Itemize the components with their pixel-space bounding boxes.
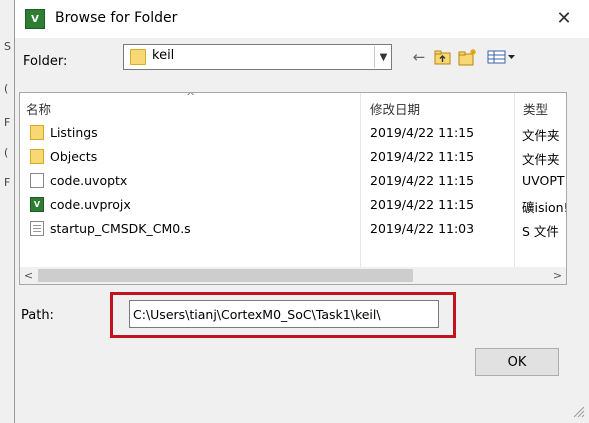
item-date: 2019/4/22 11:15 [370, 173, 475, 188]
view-options-icon [487, 50, 515, 64]
up-folder-icon [434, 50, 451, 65]
folder-icon [30, 149, 44, 164]
item-date: 2019/4/22 11:03 [370, 221, 475, 236]
item-type: 文件夹 [522, 128, 560, 143]
bg-fragment: F [4, 116, 11, 129]
path-label: Path: [21, 308, 54, 323]
uvision-app-icon: V [25, 9, 45, 29]
path-input[interactable] [129, 300, 439, 328]
window-title: Browse for Folder [55, 10, 178, 26]
folder-icon [130, 49, 146, 65]
column-header-name[interactable]: 名称 [26, 99, 51, 118]
folder-combobox[interactable]: keil ▼ [123, 44, 392, 70]
list-header: ^ 名称 修改日期 类型 [20, 93, 566, 117]
scroll-left-icon[interactable]: < [20, 267, 37, 284]
back-arrow-icon: ← [412, 48, 426, 66]
sort-ascending-icon: ^ [186, 92, 196, 103]
bg-fragment: ( [4, 82, 9, 95]
new-folder-icon [458, 49, 476, 66]
folder-list-view[interactable]: ^ 名称 修改日期 类型 Listings 2019/4/22 11:15 文件… [19, 92, 567, 285]
bg-fragment: ( [4, 146, 9, 159]
resize-grip-icon[interactable] [571, 404, 585, 418]
browse-for-folder-dialog: V Browse for Folder ✕ Folder: keil ▼ ← ^… [14, 0, 589, 423]
item-type: S 文件 [522, 224, 559, 239]
item-name: code.uvoptx [50, 173, 128, 188]
uvision-project-icon: V [30, 197, 44, 212]
column-header-type[interactable]: 类型 [523, 99, 548, 118]
horizontal-scrollbar[interactable]: < > [20, 267, 566, 284]
background-window-strip: S ( F ( F [0, 0, 15, 423]
item-name: startup_CMSDK_CM0.s [50, 221, 191, 236]
list-item[interactable]: Listings 2019/4/22 11:15 文件夹 [20, 121, 566, 145]
item-type: UVOPT [522, 173, 565, 188]
chevron-down-icon[interactable]: ▼ [374, 46, 392, 68]
scrollbar-thumb[interactable] [38, 269, 413, 282]
column-header-date[interactable]: 修改日期 [370, 99, 420, 118]
ok-button[interactable]: OK [475, 348, 559, 376]
item-type: 礦ision! [522, 200, 567, 215]
file-icon [30, 173, 44, 188]
bg-fragment: F [4, 176, 11, 189]
item-name: Objects [50, 149, 98, 164]
list-item[interactable]: code.uvoptx 2019/4/22 11:15 UVOPT [20, 169, 566, 193]
item-date: 2019/4/22 11:15 [370, 197, 475, 212]
new-folder-button[interactable] [458, 46, 478, 68]
list-item[interactable]: V code.uvprojx 2019/4/22 11:15 礦ision! [20, 193, 567, 217]
up-one-level-button[interactable] [433, 46, 453, 68]
text-file-icon [30, 221, 44, 236]
list-item[interactable]: startup_CMSDK_CM0.s 2019/4/22 11:03 S 文件 [20, 217, 566, 241]
view-menu-button[interactable] [485, 46, 519, 68]
folder-combobox-value: keil [152, 48, 175, 63]
close-button[interactable]: ✕ [553, 8, 575, 29]
folder-icon [30, 125, 44, 140]
scroll-right-icon[interactable]: > [549, 267, 566, 284]
back-button[interactable]: ← [409, 46, 429, 68]
list-item[interactable]: Objects 2019/4/22 11:15 文件夹 [20, 145, 566, 169]
item-date: 2019/4/22 11:15 [370, 149, 475, 164]
folder-label: Folder: [23, 54, 68, 69]
item-name: Listings [50, 125, 98, 140]
bg-fragment: S [4, 40, 11, 53]
item-name: code.uvprojx [50, 197, 131, 212]
item-date: 2019/4/22 11:15 [370, 125, 475, 140]
item-type: 文件夹 [522, 152, 560, 167]
title-bar[interactable]: V Browse for Folder ✕ [15, 0, 589, 38]
